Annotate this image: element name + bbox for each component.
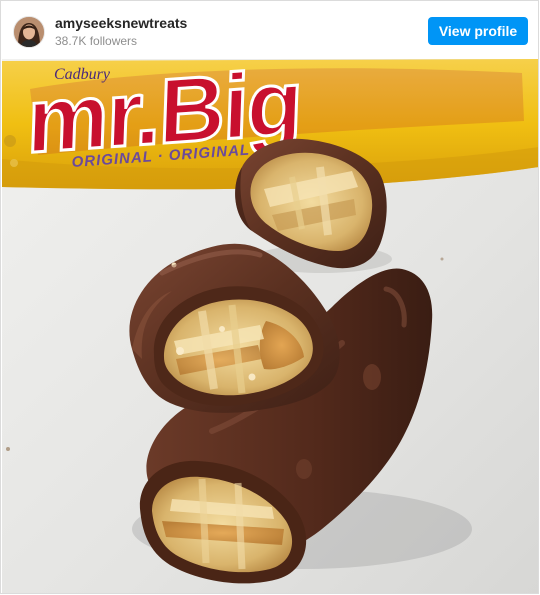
avatar-image <box>14 17 44 47</box>
instagram-embed-card: amyseeksnewtreats 38.7K followers View p… <box>0 0 539 594</box>
username[interactable]: amyseeksnewtreats <box>55 15 187 32</box>
view-profile-button[interactable]: View profile <box>428 17 528 45</box>
follower-count: 38.7K followers <box>55 34 138 48</box>
post-header: amyseeksnewtreats 38.7K followers View p… <box>1 1 538 59</box>
avatar[interactable] <box>13 16 45 48</box>
chocolate-bar-photo: Cadbury mr.Big ORIGINAL · ORIGINAL <box>2 59 538 593</box>
user-block: amyseeksnewtreats 38.7K followers <box>55 15 187 49</box>
post-photo[interactable]: Cadbury mr.Big ORIGINAL · ORIGINAL <box>2 59 538 593</box>
